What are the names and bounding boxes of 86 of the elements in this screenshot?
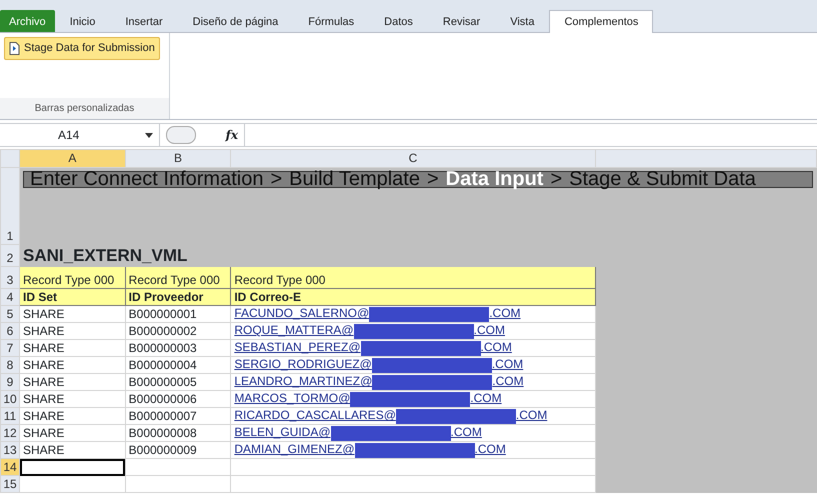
email-domain-link[interactable]: .COM	[470, 391, 502, 406]
row-header[interactable]: 12	[0, 424, 20, 442]
email-domain-link[interactable]: .COM	[480, 340, 512, 354]
email-link[interactable]: RICARDO_CASCALLARES@	[234, 408, 396, 422]
row-header[interactable]: 9	[0, 374, 20, 390]
email-link[interactable]: ROQUE_MATTERA@	[234, 323, 354, 338]
active-cell[interactable]	[20, 458, 126, 476]
ribbon-tab[interactable]: Diseño de página	[178, 10, 294, 32]
table-cell: B000000009	[125, 442, 231, 458]
row-header[interactable]: 10	[0, 390, 20, 408]
row-header[interactable]: 5	[0, 306, 20, 322]
email-domain-link[interactable]: .COM	[516, 408, 548, 422]
ribbon-tab[interactable]: Complementos	[549, 10, 654, 33]
column-header[interactable]: B	[125, 150, 231, 168]
table-cell: Record Type 000	[230, 266, 596, 288]
table-cell: B000000005	[125, 374, 231, 390]
row-header[interactable]: 3	[0, 266, 20, 288]
table-cell: SHARE	[20, 356, 126, 374]
table-cell: SHARE	[20, 340, 126, 356]
insert-function-button[interactable]: fx	[226, 126, 238, 144]
email-link[interactable]: FACUNDO_SALERNO@	[234, 306, 370, 320]
row-header[interactable]: 7	[0, 340, 20, 356]
ribbon-tab[interactable]: Fórmulas	[293, 10, 370, 32]
group-label: Barras personalizadas	[0, 98, 169, 119]
table-cell: Record Type 000	[125, 266, 231, 288]
table-cell: B000000002	[125, 322, 231, 340]
ribbon-tab[interactable]: Datos	[369, 10, 428, 32]
table-cell: B000000008	[125, 424, 231, 442]
row-header[interactable]: 1	[0, 168, 20, 244]
row-header[interactable]: 11	[0, 408, 20, 424]
table-cell: B000000007	[125, 408, 231, 424]
table-cell: SHARE	[20, 408, 126, 424]
dropdown-caret-icon	[145, 132, 153, 138]
breadcrumb-step: Enter Connect Information	[30, 172, 264, 187]
email-link[interactable]: SEBASTIAN_PEREZ@	[234, 340, 361, 354]
table-cell: Record Type 000	[20, 266, 126, 288]
email-link[interactable]: BELEN_GUIDA@	[234, 425, 331, 440]
email-link[interactable]: DAMIAN_GIMENEZ@	[234, 442, 355, 456]
email-link[interactable]: MARCOS_TORMO@	[234, 391, 350, 406]
email-domain-link[interactable]: .COM	[450, 425, 482, 440]
breadcrumb-step: >	[550, 172, 562, 187]
sheet-title: SANI_EXTERN_VML	[23, 246, 188, 265]
column-heading: ID Set	[20, 288, 126, 306]
breadcrumb-step: >	[426, 172, 439, 187]
file-tab[interactable]: Archivo	[0, 10, 55, 32]
email-link[interactable]: LEANDRO_MARTINEZ@	[234, 374, 372, 388]
email-domain-link[interactable]: .COM	[489, 306, 521, 320]
ribbon-tab[interactable]: Insertar	[110, 10, 178, 32]
table-cell: SHARE	[20, 306, 126, 322]
stage-data-button[interactable]: Stage Data for Submission	[4, 37, 160, 60]
table-cell: B000000004	[125, 356, 231, 374]
table-cell: SHARE	[20, 374, 126, 390]
table-cell: SHARE	[20, 390, 126, 408]
email-domain-link[interactable]: .COM	[474, 323, 505, 338]
table-cell: B000000003	[125, 340, 231, 356]
row-header[interactable]: 13	[0, 442, 20, 458]
row-header[interactable]: 8	[0, 356, 20, 374]
column-heading: ID Proveedor	[125, 288, 231, 306]
breadcrumb-step: >	[270, 172, 282, 187]
ribbon-tab[interactable]: Revisar	[428, 10, 496, 32]
row-header[interactable]: 14	[0, 458, 20, 476]
ribbon-tab[interactable]: Vista	[495, 10, 550, 32]
row-header[interactable]: 4	[0, 288, 20, 306]
select-all-corner[interactable]	[0, 150, 20, 168]
breadcrumb-step: Data Input	[446, 172, 544, 187]
column-header[interactable]: A	[20, 150, 126, 168]
email-domain-link[interactable]: .COM	[492, 357, 524, 372]
row-header[interactable]: 2	[0, 244, 20, 266]
row-header[interactable]: 15	[0, 476, 20, 492]
table-cell: B000000001	[125, 306, 231, 322]
document-icon	[9, 42, 20, 55]
breadcrumb-step: Build Template	[289, 172, 420, 187]
email-link[interactable]: SERGIO_RODRIGUEZ@	[234, 357, 372, 372]
table-cell: SHARE	[20, 424, 126, 442]
column-heading: ID Correo-E	[230, 288, 596, 306]
column-header[interactable]: C	[230, 150, 596, 168]
email-domain-link[interactable]: .COM	[492, 374, 524, 388]
ribbon-tab[interactable]: Inicio	[54, 10, 110, 32]
name-box[interactable]: A14	[0, 124, 160, 146]
table-cell: SHARE	[20, 442, 126, 458]
table-cell: SHARE	[20, 322, 126, 340]
expand-handle-icon[interactable]	[166, 126, 196, 144]
row-header[interactable]: 6	[0, 322, 20, 340]
breadcrumb-step: Stage & Submit Data	[569, 172, 756, 187]
table-cell: B000000006	[125, 390, 231, 408]
email-domain-link[interactable]: .COM	[474, 442, 506, 456]
